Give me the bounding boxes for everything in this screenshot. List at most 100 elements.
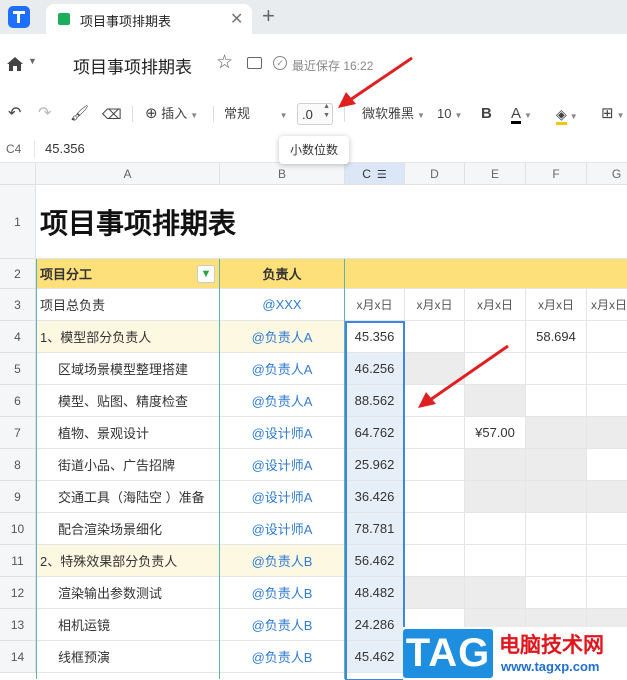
value-cell[interactable]: ¥57.00: [465, 417, 526, 449]
value-cell[interactable]: 58.694: [526, 321, 587, 353]
select-all-corner[interactable]: [0, 163, 36, 185]
date-cell[interactable]: x月x日: [587, 289, 627, 321]
column-header-g[interactable]: G: [587, 163, 627, 185]
value-cell[interactable]: 64.762: [345, 417, 405, 449]
star-icon[interactable]: ☆: [216, 51, 233, 74]
header-cell-dates[interactable]: [345, 259, 627, 289]
table-cell[interactable]: @设计师A: [220, 417, 345, 449]
table-cell[interactable]: 渲染输出参数测试: [36, 577, 220, 609]
column-header-d[interactable]: D: [405, 163, 465, 185]
value-cell[interactable]: 25.962: [345, 449, 405, 481]
table-cell[interactable]: @负责人A: [220, 321, 345, 353]
table-cell[interactable]: 交通工具（海陆空 ）准备: [36, 481, 220, 513]
insert-button[interactable]: ⊕ 插入 ▼: [145, 92, 198, 136]
row-header[interactable]: 9: [0, 481, 36, 513]
table-cell[interactable]: [465, 321, 526, 353]
table-cell[interactable]: 相机运镜: [36, 609, 220, 641]
table-cell[interactable]: @负责人B: [220, 545, 345, 577]
header-cell-division[interactable]: 项目分工 ▼: [36, 259, 220, 289]
table-cell[interactable]: [587, 321, 627, 353]
number-format-select[interactable]: 常规 ▼: [224, 92, 288, 136]
chevron-down-icon[interactable]: ▼: [28, 56, 37, 66]
table-cell[interactable]: [405, 417, 465, 449]
table-cell[interactable]: [587, 545, 627, 577]
table-cell[interactable]: @负责人B: [220, 641, 345, 673]
table-cell[interactable]: [526, 449, 587, 481]
table-cell[interactable]: 街道小品、广告招牌: [36, 449, 220, 481]
date-cell[interactable]: x月x日: [405, 289, 465, 321]
table-cell[interactable]: [587, 449, 627, 481]
table-cell[interactable]: 模型、贴图、精度检查: [36, 385, 220, 417]
table-cell[interactable]: [526, 577, 587, 609]
table-cell[interactable]: 2、特殊效果部分负责人: [36, 545, 220, 577]
table-cell[interactable]: 区域场景模型整理搭建: [36, 353, 220, 385]
sheet-title[interactable]: 项目事项排期表: [36, 185, 627, 259]
table-cell[interactable]: [405, 481, 465, 513]
table-cell[interactable]: @负责人A: [220, 353, 345, 385]
format-painter-icon[interactable]: 🖌: [70, 92, 89, 136]
column-header-c[interactable]: C ☰: [345, 163, 405, 185]
row-header[interactable]: 3: [0, 289, 36, 321]
table-cell[interactable]: [526, 513, 587, 545]
table-cell[interactable]: [526, 385, 587, 417]
table-cell[interactable]: @设计师A: [220, 481, 345, 513]
redo-icon[interactable]: ↷: [38, 92, 51, 136]
document-title[interactable]: 项目事项排期表: [73, 53, 192, 78]
app-logo-icon[interactable]: [8, 6, 30, 28]
table-cell[interactable]: [587, 353, 627, 385]
table-cell[interactable]: [405, 449, 465, 481]
fill-color-icon[interactable]: ◈ ▼: [556, 92, 578, 136]
table-cell[interactable]: [587, 417, 627, 449]
borders-icon[interactable]: ⊞ ▼: [601, 92, 625, 136]
close-icon[interactable]: ✕: [230, 9, 243, 29]
column-header-e[interactable]: E: [465, 163, 526, 185]
table-cell[interactable]: [465, 385, 526, 417]
font-family-select[interactable]: 微软雅黑 ▼: [362, 92, 425, 136]
header-cell-owner[interactable]: 负责人: [220, 259, 345, 289]
table-cell[interactable]: [405, 577, 465, 609]
value-cell[interactable]: 78.781: [345, 513, 405, 545]
table-cell[interactable]: @设计师A: [220, 513, 345, 545]
column-header-a[interactable]: A: [36, 163, 220, 185]
row-header[interactable]: 11: [0, 545, 36, 577]
table-cell[interactable]: 配合渲染场景细化: [36, 513, 220, 545]
spreadsheet-grid[interactable]: A B C ☰ D E F G 1 项目事项排期表 2 项目分工 ▼ 负责人 3 …: [0, 163, 627, 680]
row-header[interactable]: 6: [0, 385, 36, 417]
row-header[interactable]: 14: [0, 641, 36, 673]
new-tab-icon[interactable]: +: [262, 3, 275, 29]
date-cell[interactable]: x月x日: [345, 289, 405, 321]
row-header[interactable]: 12: [0, 577, 36, 609]
table-cell[interactable]: [465, 481, 526, 513]
table-cell[interactable]: @XXX: [220, 289, 345, 321]
stepper-arrows-icon[interactable]: ▲ ▼: [323, 102, 330, 120]
table-cell[interactable]: [526, 545, 587, 577]
table-cell[interactable]: [405, 321, 465, 353]
table-cell[interactable]: [526, 481, 587, 513]
table-cell[interactable]: [465, 577, 526, 609]
value-cell[interactable]: 48.482: [345, 577, 405, 609]
row-header[interactable]: 7: [0, 417, 36, 449]
table-cell[interactable]: [405, 353, 465, 385]
table-cell[interactable]: [465, 353, 526, 385]
text-color-button[interactable]: A ▼: [511, 92, 532, 136]
row-header[interactable]: 8: [0, 449, 36, 481]
home-icon[interactable]: [6, 56, 24, 72]
table-cell[interactable]: [405, 385, 465, 417]
table-cell[interactable]: @负责人B: [220, 609, 345, 641]
table-cell[interactable]: [587, 513, 627, 545]
value-cell[interactable]: 46.256: [345, 353, 405, 385]
row-header[interactable]: 13: [0, 609, 36, 641]
table-cell[interactable]: [465, 513, 526, 545]
filter-lines-icon[interactable]: ☰: [377, 169, 387, 181]
table-cell[interactable]: [465, 545, 526, 577]
table-cell[interactable]: @负责人B: [220, 577, 345, 609]
table-cell[interactable]: [526, 417, 587, 449]
formula-input[interactable]: 45.356: [45, 141, 85, 156]
row-header[interactable]: 1: [0, 185, 36, 259]
filter-icon[interactable]: ▼: [197, 265, 215, 283]
table-cell[interactable]: [587, 385, 627, 417]
move-to-folder-icon[interactable]: [247, 57, 262, 69]
row-header[interactable]: 2: [0, 259, 36, 289]
row-header[interactable]: 10: [0, 513, 36, 545]
value-cell[interactable]: 88.562: [345, 385, 405, 417]
